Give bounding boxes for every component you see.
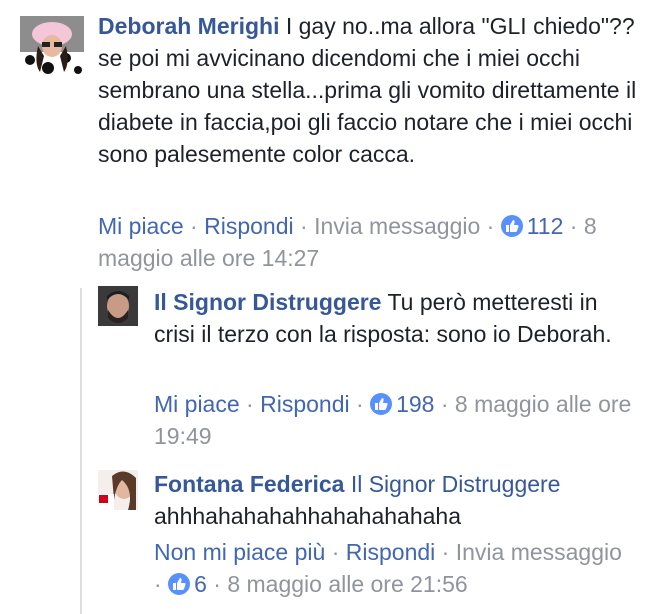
send-message-link[interactable]: Invia messaggio [456,539,622,565]
avatar-image [20,16,84,76]
reactions-count[interactable]: 112 [500,213,563,239]
reply-author[interactable]: Il Signor Distruggere [154,289,381,315]
separator: · [154,571,162,597]
avatar[interactable] [98,286,138,326]
reply-button[interactable]: Rispondi [260,391,350,417]
comment-body: Deborah Merighi I gay no..ma allora "GLI… [98,10,638,170]
avatar-image [98,286,138,326]
reply-thread-line [80,288,82,614]
separator: · [569,213,578,239]
avatar[interactable] [98,470,138,510]
thumbs-up-icon [370,393,393,415]
reply-body: Il Signor Distruggere Tu però metteresti… [154,286,634,350]
unlike-button[interactable]: Non mi piace più [154,539,325,565]
separator: · [213,571,221,597]
reply-timestamp[interactable]: 8 maggio alle ore 21:56 [227,571,467,597]
avatar-image [98,470,138,510]
reply-actions: Mi piace · Rispondi · 198 · 8 maggio all… [154,388,634,452]
separator: · [356,391,364,417]
reply-button[interactable]: Rispondi [346,539,436,565]
tagged-user[interactable]: Il Signor Distruggere [351,471,561,497]
reply-body: Fontana Federica Il Signor Distruggere a… [154,468,634,532]
like-button[interactable]: Mi piace [154,391,240,417]
separator: · [190,213,198,239]
separator: · [486,213,495,239]
avatar[interactable] [20,16,84,76]
separator: · [300,213,308,239]
separator: · [246,391,254,417]
reactions-count[interactable]: 198 [370,391,434,417]
comment-author[interactable]: Deborah Merighi [98,13,279,39]
send-message-link[interactable]: Invia messaggio [314,213,480,239]
separator: · [440,391,449,417]
comment-actions: Mi piace · Rispondi · Invia messaggio · … [98,210,638,274]
thumbs-up-icon [168,573,191,595]
reply-actions: Non mi piace più · Rispondi · Invia mess… [154,536,634,600]
reply-button[interactable]: Rispondi [204,213,294,239]
reactions-count[interactable]: 6 [168,571,207,597]
like-button[interactable]: Mi piace [98,213,184,239]
thumbs-up-icon [500,215,523,237]
separator: · [441,539,450,565]
reply-text: ahhhahahahahhahahahahaha [154,503,461,529]
separator: · [331,539,340,565]
reply-author[interactable]: Fontana Federica [154,471,344,497]
